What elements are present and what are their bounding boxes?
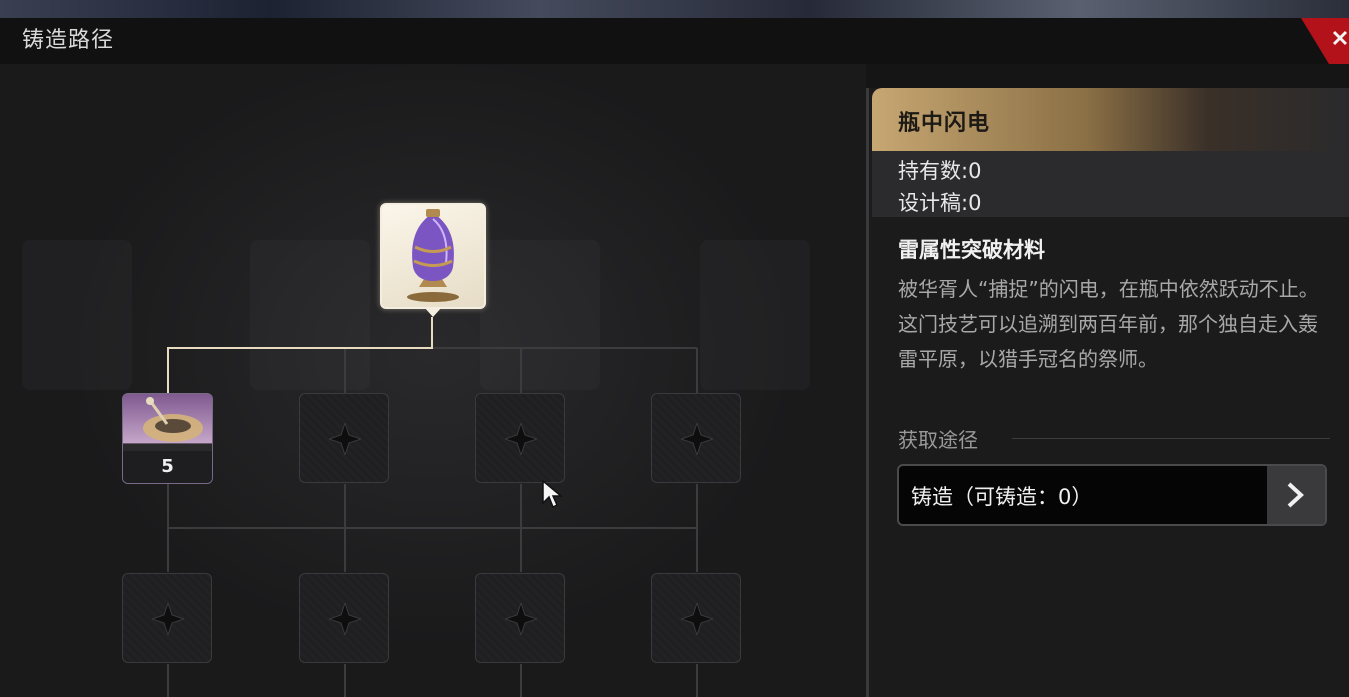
- material-icon: [143, 397, 203, 442]
- star-placeholder-icon: [329, 423, 361, 455]
- item-stats: 持有数:0 设计稿:0: [872, 151, 1349, 217]
- star-placeholder-icon: [505, 603, 537, 635]
- empty-slot[interactable]: [475, 573, 565, 663]
- forge-button-label: 铸造（可铸造：0）: [911, 485, 1093, 509]
- acquire-label: 获取途径: [898, 428, 978, 452]
- title-bar: [0, 18, 1349, 64]
- close-button[interactable]: [1301, 18, 1349, 64]
- background-strip: [0, 0, 1349, 18]
- owned-count: 持有数:0: [898, 159, 982, 183]
- star-placeholder-icon: [681, 603, 713, 635]
- target-item-node[interactable]: [380, 203, 486, 309]
- empty-slot[interactable]: [651, 573, 741, 663]
- item-detail-panel: 瓶中闪电 持有数:0 设计稿:0 雷属性突破材料 被华胥人“捕捉”的闪电，在瓶中…: [866, 88, 1349, 697]
- star-placeholder-icon: [152, 603, 184, 635]
- forge-button[interactable]: 铸造（可铸造：0）: [897, 464, 1327, 526]
- item-name: 瓶中闪电: [898, 111, 991, 136]
- forge-tree-area: 5: [0, 64, 866, 697]
- mouse-cursor-icon: [542, 479, 563, 509]
- item-description: 被华胥人“捕捉”的闪电，在瓶中依然跃动不止。这门技艺可以追溯到两百年前，那个独自…: [898, 277, 1319, 371]
- item-header: 瓶中闪电: [872, 88, 1349, 151]
- page-title: 铸造路径: [22, 28, 115, 53]
- empty-slot[interactable]: [299, 573, 389, 663]
- empty-slot[interactable]: [122, 573, 212, 663]
- empty-slot[interactable]: [475, 393, 565, 483]
- blueprint-count: 设计稿:0: [898, 191, 982, 215]
- divider: [1012, 438, 1330, 439]
- lightning-bottle-icon: [407, 209, 459, 302]
- selection-pointer: [424, 307, 442, 317]
- forge-arrow[interactable]: [1267, 466, 1325, 524]
- star-placeholder-icon: [681, 423, 713, 455]
- chevron-right-icon: [1287, 482, 1304, 508]
- item-category: 雷属性突破材料: [898, 238, 1045, 262]
- close-icon: [1301, 18, 1349, 64]
- material-node[interactable]: 5: [122, 393, 213, 484]
- star-placeholder-icon: [329, 603, 361, 635]
- empty-slot[interactable]: [651, 393, 741, 483]
- star-placeholder-icon: [505, 423, 537, 455]
- empty-slot[interactable]: [299, 393, 389, 483]
- material-count: 5: [123, 451, 212, 483]
